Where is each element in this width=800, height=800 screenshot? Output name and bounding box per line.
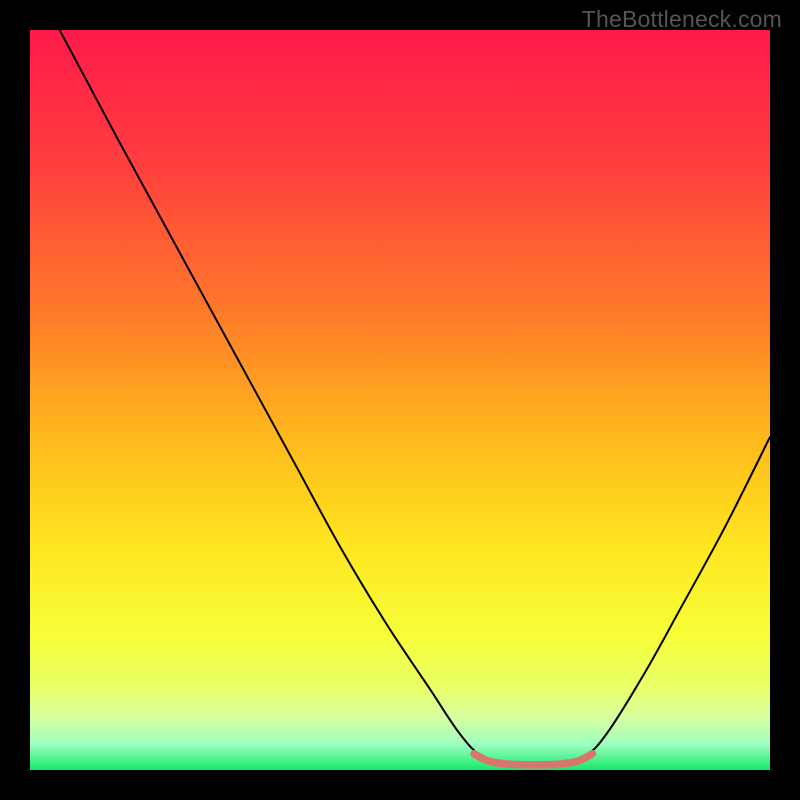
bottleneck-chart	[30, 30, 770, 770]
plot-area	[30, 30, 770, 770]
watermark-label: TheBottleneck.com	[582, 6, 782, 33]
chart-frame: TheBottleneck.com	[0, 0, 800, 800]
gradient-background	[30, 30, 770, 770]
